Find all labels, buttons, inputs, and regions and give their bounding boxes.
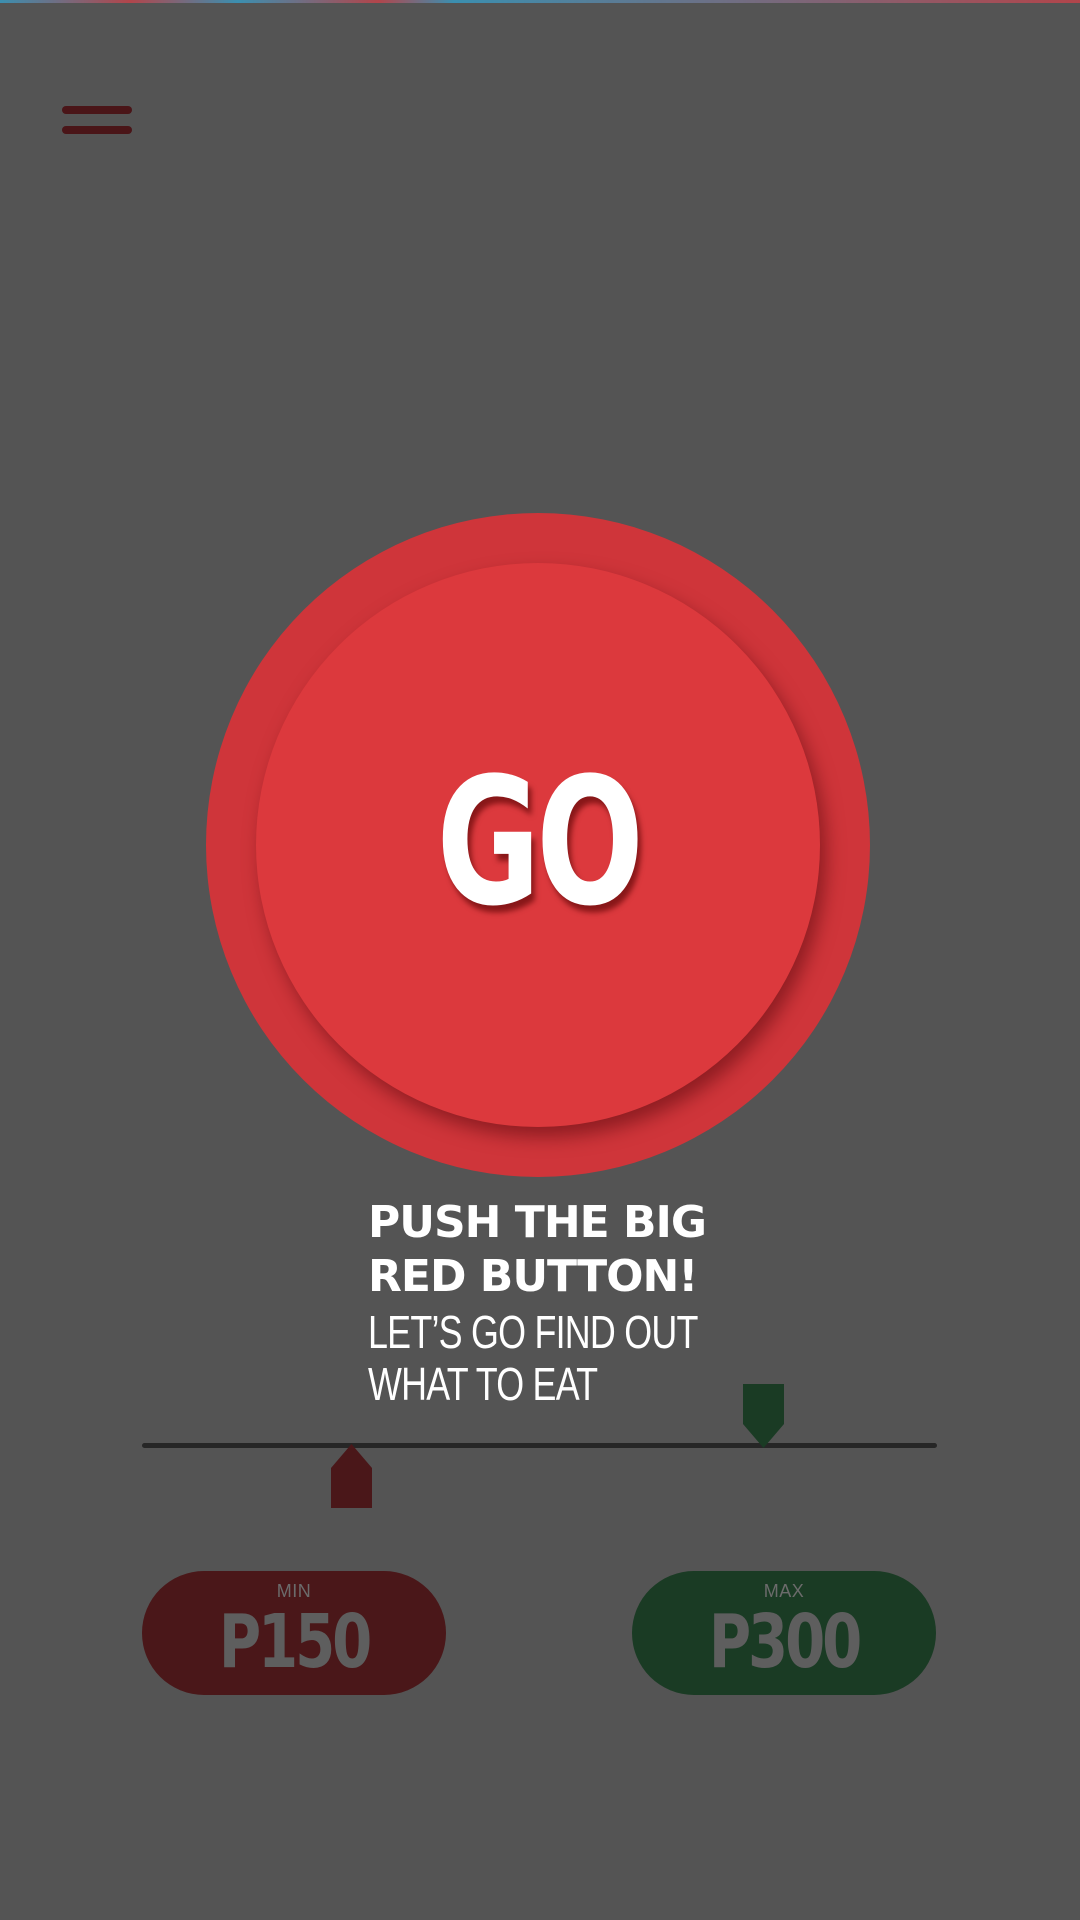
menu-bar-bottom <box>62 126 132 134</box>
min-price-pill[interactable]: MIN P150 <box>142 1571 446 1695</box>
prompt-headline-line-1: PUSH THE BIG <box>368 1197 707 1248</box>
max-price-pill[interactable]: MAX P300 <box>632 1571 936 1695</box>
min-handle-marker-icon <box>331 1444 372 1508</box>
go-button-label: GO <box>436 740 643 945</box>
prompt-headline-line-2: RED BUTTON! <box>368 1251 698 1302</box>
max-price-value: P300 <box>708 1599 862 1685</box>
go-button[interactable]: GO <box>256 563 820 1127</box>
max-handle-marker-icon <box>743 1384 784 1448</box>
min-price-handle[interactable] <box>331 1444 372 1508</box>
prompt-subline-line-1: LET’S GO FIND OUT <box>368 1306 698 1358</box>
prompt-subline: LET’S GO FIND OUT WHAT TO EAT <box>368 1306 742 1410</box>
prompt-subline-line-2: WHAT TO EAT <box>368 1358 598 1410</box>
prompt-headline: PUSH THE BIG RED BUTTON! <box>368 1196 848 1304</box>
budget-range-slider-track[interactable] <box>142 1443 937 1448</box>
app-screen: GO PUSH THE BIG RED BUTTON! LET’S GO FIN… <box>0 0 1080 1920</box>
min-price-value: P150 <box>218 1599 372 1685</box>
menu-bar-top <box>62 106 132 114</box>
top-edge-strip <box>0 0 1080 3</box>
max-price-handle[interactable] <box>743 1384 784 1448</box>
menu-button[interactable] <box>62 104 132 138</box>
